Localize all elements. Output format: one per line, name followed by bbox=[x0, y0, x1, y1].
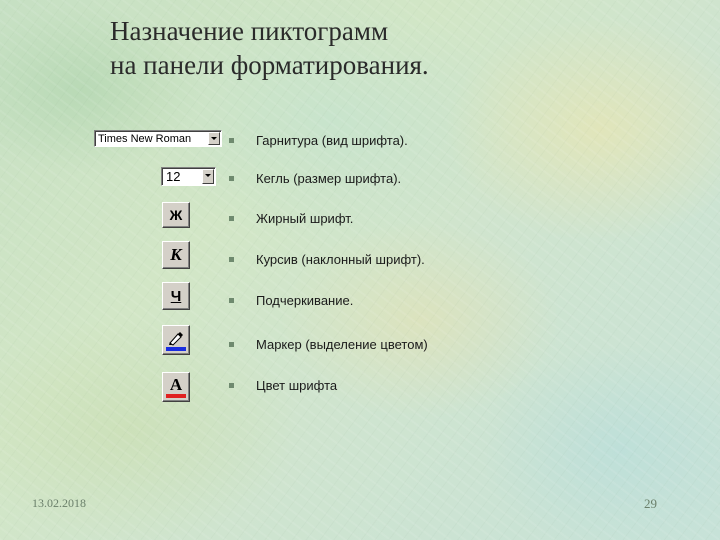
list-item-underline: Ч Подчеркивание. bbox=[0, 282, 720, 317]
bullet-icon bbox=[229, 216, 234, 221]
font-name-combobox[interactable]: Times New Roman bbox=[94, 130, 222, 147]
list-item-font-name: Times New Roman Гарнитура (вид шрифта). bbox=[0, 127, 720, 157]
slide-date: 13.02.2018 bbox=[32, 496, 86, 510]
title-line-1: Назначение пиктограмм bbox=[110, 16, 389, 46]
italic-icon: К bbox=[170, 245, 182, 264]
item-label: Курсив (наклонный шрифт). bbox=[256, 252, 425, 267]
bullet-icon bbox=[229, 176, 234, 181]
item-label: Подчеркивание. bbox=[256, 293, 354, 308]
title-line-2: на панели форматирования. bbox=[110, 50, 429, 80]
bold-button[interactable]: Ж bbox=[162, 202, 190, 228]
item-label: Маркер (выделение цветом) bbox=[256, 337, 428, 352]
highlighter-icon bbox=[169, 331, 183, 346]
bullet-icon bbox=[229, 257, 234, 262]
bullet-icon bbox=[229, 298, 234, 303]
font-color-icon: A bbox=[169, 375, 183, 394]
item-label: Кегль (размер шрифта). bbox=[256, 171, 402, 186]
underline-icon: Ч bbox=[170, 287, 182, 305]
bullet-icon bbox=[229, 383, 234, 388]
chevron-down-icon[interactable] bbox=[208, 132, 220, 145]
bullet-icon bbox=[229, 138, 234, 143]
font-name-value: Times New Roman bbox=[98, 133, 192, 145]
font-color-bar bbox=[166, 394, 186, 398]
highlight-color-bar bbox=[166, 346, 186, 351]
list-item-bold: Ж Жирный шрифт. bbox=[0, 202, 720, 235]
item-label: Цвет шрифта bbox=[256, 378, 338, 393]
chevron-down-icon[interactable] bbox=[202, 169, 214, 184]
bullet-icon bbox=[229, 342, 234, 347]
list-item-font-color: A Цвет шрифта bbox=[0, 372, 720, 402]
font-size-combobox[interactable]: 12 bbox=[161, 167, 216, 186]
slide-title: Назначение пиктограмм на панели форматир… bbox=[110, 14, 429, 82]
underline-button[interactable]: Ч bbox=[162, 282, 190, 310]
list-item-highlight: Маркер (выделение цветом) bbox=[0, 325, 720, 361]
slide-number: 29 bbox=[644, 496, 657, 511]
highlight-button[interactable] bbox=[162, 325, 190, 355]
item-label: Гарнитура (вид шрифта). bbox=[256, 133, 408, 148]
item-label: Жирный шрифт. bbox=[256, 211, 354, 226]
list-item-font-size: 12 Кегль (размер шрифта). bbox=[0, 165, 720, 195]
italic-button[interactable]: К bbox=[162, 241, 190, 269]
font-color-button[interactable]: A bbox=[162, 372, 190, 402]
font-size-value: 12 bbox=[166, 169, 181, 184]
list-item-italic: К Курсив (наклонный шрифт). bbox=[0, 241, 720, 276]
bold-icon: Ж bbox=[169, 207, 183, 223]
